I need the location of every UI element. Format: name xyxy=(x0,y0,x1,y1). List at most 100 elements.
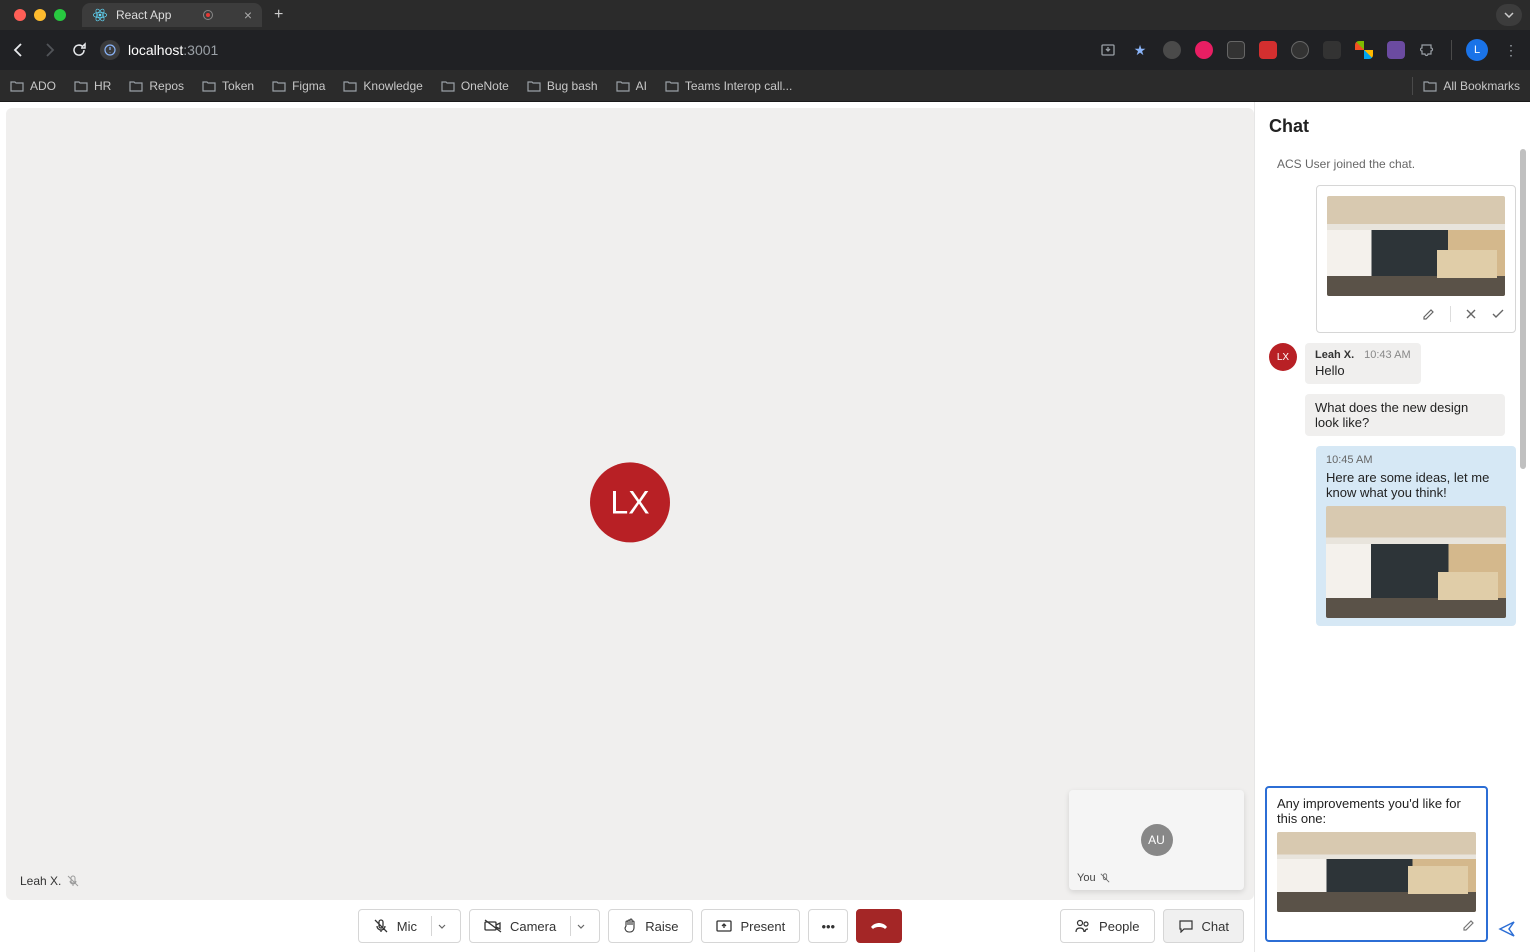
participant-label: Leah X. xyxy=(20,874,79,888)
mic-chevron[interactable] xyxy=(431,916,446,936)
extension-icon-7[interactable] xyxy=(1355,41,1373,59)
extension-icon-5[interactable] xyxy=(1291,41,1309,59)
compose-area: Any improvements you'd like for this one… xyxy=(1255,780,1530,952)
react-favicon-icon xyxy=(92,7,108,23)
video-area: LX Leah X. AU You Mic Camera xyxy=(0,102,1254,952)
window-maximize[interactable] xyxy=(54,9,66,21)
extensions-puzzle-icon[interactable] xyxy=(1419,41,1437,59)
message-text: Hello xyxy=(1315,363,1411,378)
close-tab-icon[interactable]: × xyxy=(244,7,252,23)
call-controls: Mic Camera Raise Present ••• xyxy=(6,900,1254,952)
camera-button[interactable]: Camera xyxy=(469,909,600,943)
tab-title: React App xyxy=(116,8,171,22)
people-button[interactable]: People xyxy=(1060,909,1154,943)
new-tab-button[interactable]: + xyxy=(268,6,289,24)
extension-icon-2[interactable] xyxy=(1195,41,1213,59)
menu-icon[interactable]: ⋮ xyxy=(1502,41,1520,59)
mic-button[interactable]: Mic xyxy=(358,909,461,943)
hangup-icon xyxy=(870,921,888,931)
end-call-button[interactable] xyxy=(856,909,902,943)
mic-muted-icon xyxy=(1100,873,1110,883)
chat-title: Chat xyxy=(1255,102,1530,143)
compose-input[interactable]: Any improvements you'd like for this one… xyxy=(1277,796,1476,826)
chat-icon xyxy=(1178,919,1194,933)
reload-button[interactable] xyxy=(70,42,88,58)
extension-icon-3[interactable] xyxy=(1227,41,1245,59)
window-minimize[interactable] xyxy=(34,9,46,21)
present-icon xyxy=(716,919,732,933)
image-preview-card xyxy=(1316,185,1516,333)
present-button[interactable]: Present xyxy=(701,909,800,943)
toolbar-icons: ★ L ⋮ xyxy=(1099,39,1520,61)
extension-icon-4[interactable] xyxy=(1259,41,1277,59)
compose-attachment-image[interactable] xyxy=(1277,832,1476,912)
scrollbar-thumb[interactable] xyxy=(1520,149,1526,469)
incoming-message: LX Leah X. 10:43 AM Hello xyxy=(1269,343,1516,384)
ellipsis-icon: ••• xyxy=(821,919,835,934)
self-video-tile[interactable]: AU You xyxy=(1069,790,1244,890)
attachment-image[interactable] xyxy=(1326,506,1506,618)
message-time: 10:45 AM xyxy=(1326,454,1506,466)
message-text: Here are some ideas, let me know what yo… xyxy=(1326,470,1506,500)
edit-image-icon[interactable] xyxy=(1422,306,1436,322)
system-message: ACS User joined the chat. xyxy=(1269,151,1516,175)
message-time: 10:43 AM xyxy=(1364,349,1410,361)
accept-image-icon[interactable] xyxy=(1491,306,1505,322)
incoming-message: What does the new design look like? xyxy=(1305,394,1516,436)
tab-overflow-button[interactable] xyxy=(1496,4,1522,26)
install-app-icon[interactable] xyxy=(1099,41,1117,59)
bookmark-knowledge[interactable]: Knowledge xyxy=(343,79,422,93)
compose-edit-icon[interactable] xyxy=(1462,918,1476,932)
url-text: localhost:3001 xyxy=(128,42,218,58)
raise-hand-button[interactable]: Raise xyxy=(608,909,693,943)
tab-bar: React App × + xyxy=(0,0,1530,30)
browser-chrome: React App × + localhost:3001 ★ xyxy=(0,0,1530,102)
bookmark-bar: ADO HR Repos Token Figma Knowledge OneNo… xyxy=(0,70,1530,102)
chat-toggle-button[interactable]: Chat xyxy=(1163,909,1244,943)
message-author: Leah X. xyxy=(1315,349,1354,361)
self-avatar: AU xyxy=(1141,824,1173,856)
window-close[interactable] xyxy=(14,9,26,21)
chat-panel: Chat ACS User joined the chat. LX Leah X… xyxy=(1254,102,1530,952)
extension-icon-6[interactable] xyxy=(1323,41,1341,59)
bookmark-star-icon[interactable]: ★ xyxy=(1131,41,1149,59)
message-text: What does the new design look like? xyxy=(1315,400,1495,430)
address-bar: localhost:3001 ★ L ⋮ xyxy=(0,30,1530,70)
attachment-image[interactable] xyxy=(1327,196,1505,296)
bookmark-onenote[interactable]: OneNote xyxy=(441,79,509,93)
bookmark-teams[interactable]: Teams Interop call... xyxy=(665,79,792,93)
profile-avatar[interactable]: L xyxy=(1466,39,1488,61)
camera-chevron[interactable] xyxy=(570,916,585,936)
mic-muted-icon xyxy=(67,875,79,887)
back-button[interactable] xyxy=(10,42,28,58)
forward-button[interactable] xyxy=(40,42,58,58)
browser-tab[interactable]: React App × xyxy=(82,3,262,27)
more-options-button[interactable]: ••• xyxy=(808,909,848,943)
bookmark-ado[interactable]: ADO xyxy=(10,79,56,93)
bookmark-ai[interactable]: AI xyxy=(616,79,647,93)
video-stage: LX Leah X. AU You xyxy=(6,108,1254,900)
url-box[interactable]: localhost:3001 xyxy=(100,40,1000,60)
app: LX Leah X. AU You Mic Camera xyxy=(0,102,1530,952)
bookmark-hr[interactable]: HR xyxy=(74,79,111,93)
hand-icon xyxy=(623,918,637,934)
send-button[interactable] xyxy=(1494,916,1520,942)
people-icon xyxy=(1075,919,1091,933)
recording-icon xyxy=(203,10,213,20)
mic-off-icon xyxy=(373,918,389,934)
reject-image-icon[interactable] xyxy=(1465,306,1477,322)
bookmark-bugbash[interactable]: Bug bash xyxy=(527,79,598,93)
self-label: You xyxy=(1077,872,1110,884)
bookmark-figma[interactable]: Figma xyxy=(272,79,325,93)
compose-box[interactable]: Any improvements you'd like for this one… xyxy=(1265,786,1488,942)
bookmark-token[interactable]: Token xyxy=(202,79,254,93)
all-bookmarks-button[interactable]: All Bookmarks xyxy=(1423,79,1520,93)
message-avatar: LX xyxy=(1269,343,1297,371)
extension-icon-1[interactable] xyxy=(1163,41,1181,59)
traffic-lights xyxy=(14,9,66,21)
extension-icon-8[interactable] xyxy=(1387,41,1405,59)
bookmark-repos[interactable]: Repos xyxy=(129,79,184,93)
chat-messages[interactable]: ACS User joined the chat. LX Leah X. 10:… xyxy=(1255,143,1530,780)
site-info-icon[interactable] xyxy=(100,40,120,60)
outgoing-message: 10:45 AM Here are some ideas, let me kno… xyxy=(1316,446,1516,626)
